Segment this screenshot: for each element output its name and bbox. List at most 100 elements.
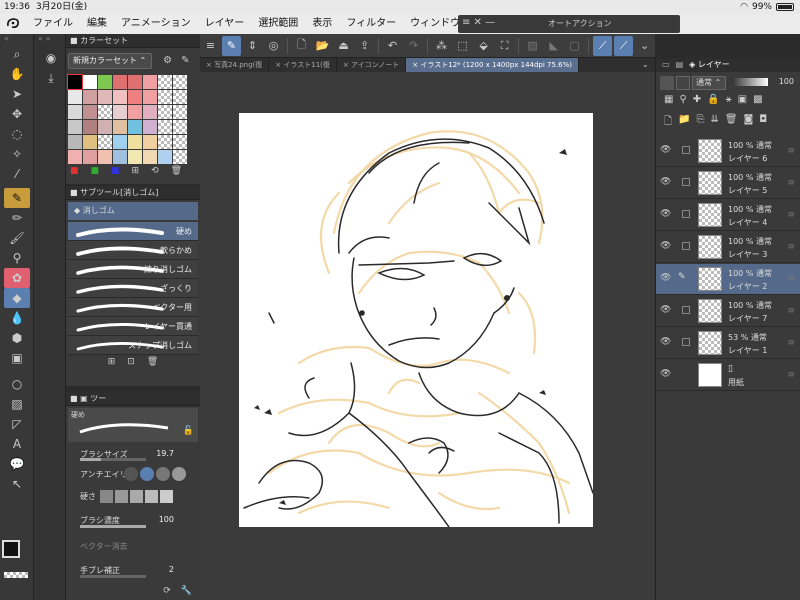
mask-show-icon[interactable]: ▩ bbox=[753, 94, 762, 114]
red-chip-icon[interactable]: ■ bbox=[70, 166, 79, 176]
blue-chip-icon[interactable]: ■ bbox=[111, 166, 120, 176]
visibility-eye-icon[interactable]: 👁 bbox=[660, 273, 671, 283]
fill-icon[interactable]: ⬙ bbox=[474, 36, 493, 56]
material-icon[interactable]: ⤓ bbox=[38, 68, 64, 88]
save-icon[interactable]: ⏏ bbox=[334, 36, 353, 56]
color-swatch[interactable] bbox=[143, 150, 157, 164]
menu-close-icon[interactable]: ≡ ✕ — bbox=[462, 17, 495, 28]
invert-selection-icon[interactable]: ◣ bbox=[544, 36, 563, 56]
loading-icon[interactable]: ⁂ bbox=[432, 36, 451, 56]
layer-checkbox[interactable] bbox=[682, 306, 690, 314]
color-swatch[interactable] bbox=[143, 135, 157, 149]
tool-select-icon[interactable]: ✎ bbox=[222, 35, 242, 56]
document-tab[interactable]: × イラスト12* (1200 x 1400px 144dpi 75.6%) bbox=[406, 58, 580, 72]
gradient-tool-icon[interactable]: ▣ bbox=[4, 348, 30, 368]
layer-row[interactable]: 👁 ≡ ▯ 用紙 bbox=[656, 360, 800, 391]
color-swatch[interactable] bbox=[173, 120, 187, 134]
color-swatch[interactable] bbox=[128, 135, 142, 149]
layer-checkbox[interactable] bbox=[682, 146, 690, 154]
layer-row[interactable]: 👁 ✎ ≡ 100 % 通常 レイヤー 2 bbox=[656, 264, 800, 295]
color-swatch[interactable] bbox=[68, 90, 82, 104]
lock-icon[interactable]: 🔒 bbox=[707, 94, 719, 114]
layer-row[interactable]: 👁 ≡ 100 % 通常 レイヤー 4 bbox=[656, 200, 800, 231]
create-mask-icon[interactable]: ◙ bbox=[744, 114, 754, 134]
crop-icon[interactable]: ▢ bbox=[565, 36, 584, 56]
mask-icon[interactable]: ▣ bbox=[738, 94, 747, 114]
layer-row[interactable]: 👁 ≡ 100 % 通常 レイヤー 3 bbox=[656, 232, 800, 263]
text-tool-icon[interactable]: A bbox=[4, 434, 30, 454]
palette-collapse-icon[interactable]: « bbox=[0, 34, 33, 44]
color-set-edit-icon[interactable]: ✎ bbox=[181, 55, 189, 66]
clip-icon[interactable]: ▦ bbox=[664, 94, 673, 114]
color-swatch[interactable] bbox=[128, 105, 142, 119]
color-swatch[interactable] bbox=[83, 105, 97, 119]
color-swatch[interactable] bbox=[158, 90, 172, 104]
frame-tool-icon[interactable]: ▨ bbox=[4, 394, 30, 414]
transparent-color-swatch[interactable] bbox=[4, 572, 28, 578]
operation-tool-icon[interactable]: ➤ bbox=[4, 84, 30, 104]
color-swatch[interactable] bbox=[68, 105, 82, 119]
layer-row[interactable]: 👁 ≡ 53 % 通常 レイヤー 1 bbox=[656, 328, 800, 359]
sub-tool-item[interactable]: 硬め bbox=[68, 222, 198, 241]
visibility-eye-icon[interactable]: 👁 bbox=[660, 305, 671, 315]
brush-tool-icon[interactable]: 🖌 bbox=[4, 228, 30, 248]
color-swatch[interactable] bbox=[83, 75, 97, 89]
hardness-swatch[interactable] bbox=[115, 490, 128, 503]
color-swatch[interactable] bbox=[113, 75, 127, 89]
sub-tool-item[interactable]: スナップ消しゴム bbox=[68, 336, 198, 355]
brush-size-slider[interactable] bbox=[80, 458, 146, 461]
color-swatch[interactable] bbox=[98, 105, 112, 119]
redo-icon[interactable]: ↷ bbox=[404, 36, 423, 56]
drag-handle-icon[interactable]: ≡ bbox=[787, 242, 795, 252]
color-swatch[interactable] bbox=[173, 150, 187, 164]
drag-handle-icon[interactable]: ≡ bbox=[787, 178, 795, 188]
delete-layer-icon[interactable]: 🗑 bbox=[725, 114, 738, 134]
document-tab[interactable]: × イラスト11(復 bbox=[269, 58, 337, 72]
color-swatch[interactable] bbox=[128, 75, 142, 89]
layer-checkbox[interactable] bbox=[682, 338, 690, 346]
menu-item[interactable]: レイヤー bbox=[198, 14, 252, 34]
lock-icon[interactable]: 🔓 bbox=[183, 426, 194, 436]
create-subtool-icon[interactable]: ⊡ bbox=[127, 357, 135, 367]
delete-color-icon[interactable]: 🗑 bbox=[171, 166, 182, 176]
menu-item[interactable]: 編集 bbox=[80, 14, 114, 34]
lasso-tool-icon[interactable]: ◌ bbox=[4, 124, 30, 144]
color-swatch[interactable] bbox=[98, 135, 112, 149]
drag-handle-icon[interactable]: ≡ bbox=[787, 338, 795, 348]
transform-icon[interactable]: ⛶ bbox=[495, 36, 514, 56]
color-swatch[interactable] bbox=[173, 90, 187, 104]
color-swatch[interactable] bbox=[143, 120, 157, 134]
color-swatch[interactable] bbox=[113, 150, 127, 164]
auto-action-bar[interactable]: ≡ ✕ — オートアクション bbox=[458, 15, 680, 33]
layer-row[interactable]: 👁 ≡ 100 % 通常 レイヤー 7 bbox=[656, 296, 800, 327]
delete-subtool-icon[interactable]: 🗑 bbox=[147, 357, 158, 367]
antialias-weak-icon[interactable] bbox=[140, 467, 154, 481]
color-swatch[interactable] bbox=[173, 75, 187, 89]
tab-close-icon[interactable]: × bbox=[206, 61, 214, 69]
panel-tab-icon[interactable]: ▤ bbox=[676, 58, 684, 72]
visibility-eye-icon[interactable]: 👁 bbox=[660, 241, 671, 251]
new-folder-icon[interactable]: 📁 bbox=[678, 114, 690, 134]
sub-tool-group[interactable]: ◆ 消しゴム bbox=[68, 202, 198, 220]
color-swatch[interactable] bbox=[98, 120, 112, 134]
tabs-overflow-icon[interactable]: ⌄ bbox=[642, 60, 649, 69]
color-swatch[interactable] bbox=[83, 150, 97, 164]
hardness-swatch[interactable] bbox=[145, 490, 158, 503]
app-logo-icon[interactable] bbox=[0, 17, 26, 31]
layer-row[interactable]: 👁 ≡ 100 % 通常 レイヤー 5 bbox=[656, 168, 800, 199]
correct-line-tool-icon[interactable]: ↖ bbox=[4, 474, 30, 494]
color-swatch[interactable] bbox=[68, 135, 82, 149]
document-tab[interactable]: × 写真24.png(復 bbox=[200, 58, 270, 72]
hardness-swatch[interactable] bbox=[130, 490, 143, 503]
antialias-row[interactable]: アンチエイリ bbox=[66, 464, 200, 486]
drag-handle-icon[interactable]: ≡ bbox=[787, 210, 795, 220]
color-set-settings-icon[interactable]: ⚙ bbox=[163, 55, 172, 66]
sub-tool-item[interactable]: ざっくり bbox=[68, 279, 198, 298]
wrench-icon[interactable]: 🔧 bbox=[181, 586, 192, 596]
color-set-selector[interactable]: 新規カラーセット ⌃ bbox=[68, 53, 152, 69]
antialias-strong-icon[interactable] bbox=[172, 467, 186, 481]
color-swatch[interactable] bbox=[68, 150, 82, 164]
pencil-tool-icon[interactable]: ✏ bbox=[4, 208, 30, 228]
sel-layer-icon[interactable]: ✚ bbox=[693, 94, 701, 114]
color-swatch[interactable] bbox=[158, 120, 172, 134]
